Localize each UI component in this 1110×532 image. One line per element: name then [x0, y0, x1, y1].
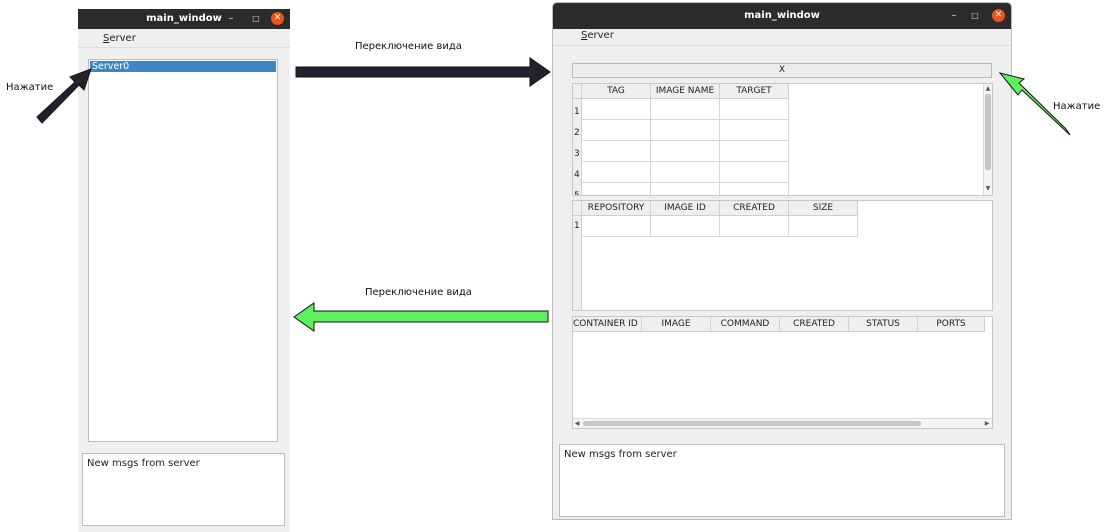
- right-window-title: main_window: [744, 10, 820, 21]
- row-number: 3: [573, 141, 582, 162]
- table-cell[interactable]: [720, 216, 789, 237]
- right-main-window: main_window – □ ✕ Server X TAG IMAGE NAM…: [552, 2, 1012, 520]
- switch-view-label-top: Переключение вида: [355, 41, 462, 52]
- corner-cell: [573, 201, 582, 216]
- row-number: 5: [573, 183, 582, 195]
- green-left-arrow: [293, 302, 549, 332]
- table-cell[interactable]: [651, 99, 720, 120]
- header-ports[interactable]: PORTS: [918, 317, 985, 332]
- close-icon[interactable]: ✕: [271, 12, 284, 25]
- scroll-down-icon[interactable]: ▼: [984, 185, 992, 193]
- row-number: 1: [573, 99, 582, 120]
- table-cell[interactable]: [582, 216, 651, 237]
- scrollbar-thumb[interactable]: [583, 421, 921, 426]
- table-cell[interactable]: [651, 120, 720, 141]
- table-cell[interactable]: [720, 99, 789, 120]
- table-cell[interactable]: [720, 162, 789, 183]
- close-view-button[interactable]: X: [572, 63, 992, 78]
- table-cell[interactable]: [582, 141, 651, 162]
- header-target[interactable]: TARGET: [720, 84, 789, 99]
- header-image-id[interactable]: IMAGE ID: [651, 201, 720, 216]
- corner-cell: [573, 84, 582, 99]
- table-cell[interactable]: [582, 183, 651, 195]
- header-image-name[interactable]: IMAGE NAME: [651, 84, 720, 99]
- images-table[interactable]: TAG IMAGE NAME TARGET 1 2 3 4 5 ▲ ▼: [572, 83, 993, 196]
- header-status[interactable]: STATUS: [849, 317, 918, 332]
- left-menubar: Server: [78, 29, 290, 47]
- header-created[interactable]: CREATED: [780, 317, 849, 332]
- table-cell[interactable]: [651, 141, 720, 162]
- scrollbar-thumb[interactable]: [985, 94, 991, 170]
- switch-view-label-bottom: Переключение вида: [365, 287, 472, 298]
- table-cell[interactable]: [582, 99, 651, 120]
- table-cell[interactable]: [720, 183, 789, 195]
- table-cell[interactable]: [720, 141, 789, 162]
- header-container-id[interactable]: CONTAINER ID: [573, 317, 642, 332]
- header-repository[interactable]: REPOSITORY: [582, 201, 651, 216]
- messages-box[interactable]: New msgs from server: [559, 444, 1005, 517]
- row-number: 2: [573, 120, 582, 141]
- close-icon[interactable]: ✕: [992, 9, 1005, 22]
- maximize-icon[interactable]: □: [249, 9, 263, 29]
- menu-server[interactable]: Server: [103, 33, 136, 44]
- horizontal-scrollbar[interactable]: ◀ ▶: [573, 418, 992, 428]
- list-item-server0[interactable]: Server0: [90, 61, 276, 72]
- table-cell[interactable]: [582, 120, 651, 141]
- table-cell[interactable]: [651, 183, 720, 195]
- header-created[interactable]: CREATED: [720, 201, 789, 216]
- right-titlebar[interactable]: main_window: [553, 3, 1011, 29]
- containers-table[interactable]: CONTAINER ID IMAGE COMMAND CREATED STATU…: [572, 316, 993, 429]
- server-list[interactable]: Server0: [88, 59, 278, 442]
- press-label-left: Нажатие: [6, 82, 54, 93]
- header-tag[interactable]: TAG: [582, 84, 651, 99]
- left-main-window: main_window – □ ✕ Server Server0 New msg…: [78, 9, 290, 532]
- menu-server[interactable]: Server: [581, 30, 614, 41]
- header-size[interactable]: SIZE: [789, 201, 858, 216]
- table-cell[interactable]: [651, 162, 720, 183]
- dark-right-arrow: [295, 57, 551, 87]
- repositories-table[interactable]: REPOSITORY IMAGE ID CREATED SIZE 1: [572, 200, 993, 311]
- messages-box[interactable]: New msgs from server: [82, 453, 285, 526]
- table-cell[interactable]: [651, 216, 720, 237]
- row-number: 1: [573, 216, 582, 310]
- right-menubar: Server: [553, 29, 1011, 45]
- menubar-divider: [553, 45, 1011, 46]
- left-window-title: main_window: [146, 13, 222, 24]
- scroll-up-icon[interactable]: ▲: [984, 85, 992, 93]
- maximize-icon[interactable]: □: [968, 3, 982, 29]
- minimize-icon[interactable]: –: [224, 9, 238, 29]
- press-label-right: Нажатие: [1053, 101, 1101, 112]
- menubar-divider: [78, 47, 290, 48]
- scroll-right-icon[interactable]: ▶: [983, 420, 991, 428]
- table-cell[interactable]: [582, 162, 651, 183]
- header-image[interactable]: IMAGE: [642, 317, 711, 332]
- table-cell[interactable]: [720, 120, 789, 141]
- table-cell[interactable]: [789, 216, 858, 237]
- header-command[interactable]: COMMAND: [711, 317, 780, 332]
- minimize-icon[interactable]: –: [947, 3, 961, 29]
- vertical-scrollbar[interactable]: ▲ ▼: [983, 84, 992, 195]
- scroll-left-icon[interactable]: ◀: [573, 420, 581, 428]
- row-number: 4: [573, 162, 582, 183]
